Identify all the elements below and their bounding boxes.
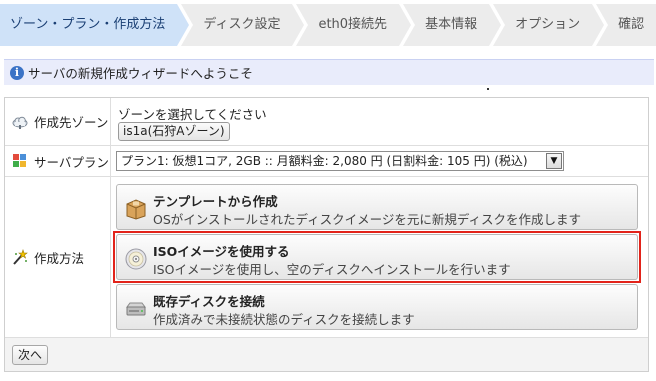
welcome-text: サーバの新規作成ウィザードへようこそ [28, 66, 253, 81]
option-title: テンプレートから作成 [153, 194, 278, 209]
method-value-cell: テンプレートから作成 OSがインストールされたディスクイメージを元に新規ディスク… [112, 177, 648, 337]
step-label: eth0接続先 [318, 17, 388, 32]
chevron-down-icon[interactable]: ▼ [546, 153, 562, 169]
cursor-dot [487, 88, 489, 90]
option-title: 既存ディスクを接続 [153, 294, 265, 309]
create-server-form: 作成先ゾーン ゾーンを選択してください is1a(石狩Aゾーン) サーバプラン … [4, 97, 649, 372]
step-confirm[interactable]: 確認 [596, 4, 656, 46]
option-description: OSがインストールされたディスクイメージを元に新規ディスクを作成します [153, 212, 582, 227]
wand-icon [13, 249, 28, 265]
plan-row: サーバプラン プラン1: 仮想1コア, 2GB :: 月額料金: 2,080 円… [5, 146, 648, 177]
zone-label: 作成先ゾーン [34, 115, 109, 130]
step-label: ゾーン・プラン・作成方法 [10, 17, 166, 32]
server-plan-icon [13, 154, 26, 167]
step-eth0-connection[interactable]: eth0接続先 [296, 4, 411, 46]
step-label: 確認 [618, 17, 645, 32]
method-label: 作成方法 [34, 250, 85, 266]
plan-select[interactable]: プラン1: 仮想1コア, 2GB :: 月額料金: 2,080 円 (日割料金:… [116, 151, 564, 171]
zone-row: 作成先ゾーン ゾーンを選択してください is1a(石狩Aゾーン) [5, 98, 648, 146]
disk-drive-icon [126, 302, 146, 316]
zone-value-cell: ゾーンを選択してください is1a(石狩Aゾーン) [112, 98, 648, 145]
step-options[interactable]: オプション [493, 4, 605, 46]
option-existing-disk-button[interactable]: 既存ディスクを接続 作成済みで未接続状態のディスクを接続します [116, 284, 638, 330]
step-label: ディスク設定 [203, 17, 281, 32]
plan-label: サーバプラン [34, 154, 109, 170]
selection-highlight [113, 231, 641, 283]
option-template-button[interactable]: テンプレートから作成 OSがインストールされたディスクイメージを元に新規ディスク… [116, 184, 638, 230]
step-label: オプション [515, 17, 581, 32]
zone-label-cell: 作成先ゾーン [5, 98, 111, 145]
wizard-steps: ゾーン・プラン・作成方法 ディスク設定 eth0接続先 基本情報 オプション 確… [0, 0, 656, 50]
zone-prompt: ゾーンを選択してください [118, 107, 267, 122]
next-button[interactable]: 次へ [12, 345, 49, 365]
form-footer: 次へ [5, 338, 648, 371]
method-row: 作成方法 テンプレートから作成 OSがインストールされたディスクイメージを元に新… [5, 177, 648, 338]
info-icon: i [10, 65, 24, 80]
plan-label-cell: サーバプラン [5, 146, 111, 176]
step-zone-plan-method[interactable]: ゾーン・プラン・作成方法 [0, 4, 190, 46]
zone-select-button[interactable]: is1a(石狩Aゾーン) [118, 122, 230, 141]
welcome-banner: i サーバの新規作成ウィザードへようこそ [4, 59, 654, 85]
method-label-cell: 作成方法 [5, 177, 111, 337]
step-basic-info[interactable]: 基本情報 [403, 4, 502, 46]
step-label: 基本情報 [425, 17, 478, 32]
cloud-zone-icon [12, 116, 28, 129]
box-icon [126, 199, 146, 220]
option-description: 作成済みで未接続状態のディスクを接続します [153, 312, 415, 327]
plan-selected-value: プラン1: 仮想1コア, 2GB :: 月額料金: 2,080 円 (日割料金:… [121, 154, 528, 168]
step-disk-settings[interactable]: ディスク設定 [181, 4, 305, 46]
plan-value-cell: プラン1: 仮想1コア, 2GB :: 月額料金: 2,080 円 (日割料金:… [112, 146, 648, 176]
